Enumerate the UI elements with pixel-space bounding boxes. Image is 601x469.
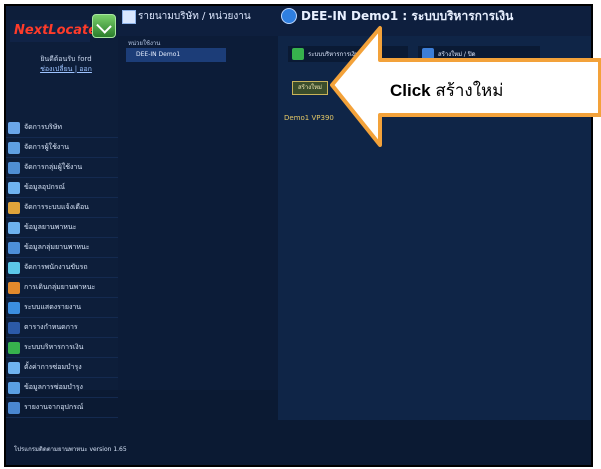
sidebar-item-label: จัดการบริษัท [24, 123, 63, 131]
menu-item-icon [8, 381, 20, 394]
welcome-panel: ยินดีต้อนรับ ford ช่องเปลี่ยน | ออก [16, 54, 116, 74]
sidebar-item[interactable]: จัดการผู้ใช้งาน [6, 138, 118, 158]
sidebar-item-label: ข้อมูลการซ่อมบำรุง [24, 383, 83, 391]
sidebar-item[interactable]: การเดินกลุ่มยานพาหนะ [6, 278, 118, 298]
sidebar-item[interactable]: ระบบแสดงรายงาน [6, 298, 118, 318]
menu-item-icon [8, 281, 20, 294]
footer: โปรแกรมติดตามยานพาหนะ version 1.65 [6, 420, 591, 465]
menu-item-icon [8, 201, 20, 214]
app-window: NextLocate ยินดีต้อนรับ ford ช่องเปลี่ยน… [4, 4, 593, 467]
sidebar-item[interactable]: ข้อมูลกลุ่มยานพาหนะ [6, 238, 118, 258]
tab-create-close[interactable]: สร้างใหม่ / ปิด [418, 46, 540, 62]
company-list-panel: หน่วยใช้งาน DEE-IN Demo1 [118, 36, 278, 390]
agency-caption: หน่วยใช้งาน [128, 40, 161, 47]
menu-item-icon [8, 181, 20, 194]
sidebar-item-label: จัดการพนักงานขับรถ [24, 263, 88, 271]
sidebar-item-label: จัดการกลุ่มผู้ใช้งาน [24, 163, 83, 171]
tab-finance-label: ระบบบริหารการเงิน [308, 51, 359, 58]
sidebar-item[interactable]: ตั้งค่าการซ่อมบำรุง [6, 358, 118, 378]
sidebar-item-label: การเดินกลุ่มยานพาหนะ [24, 283, 96, 291]
sidebar-item-label: ข้อมูลยานพาหนะ [24, 223, 77, 231]
company-panel-title: รายนามบริษัท / หน่วยงาน [138, 11, 251, 22]
sidebar-item-label: ข้อมูลอุปกรณ์ [24, 183, 66, 191]
sidebar-item-label: ตั้งค่าการซ่อมบำรุง [24, 363, 82, 371]
list-item[interactable]: Demo1 VP390 [284, 114, 334, 122]
sidebar-item-label: รายงานจากอุปกรณ์ [24, 403, 84, 411]
menu-item-icon [8, 301, 20, 314]
menu-item-icon [8, 121, 20, 134]
sidebar-item-label: ตารางกำหนดการ [24, 323, 78, 331]
sidebar: NextLocate ยินดีต้อนรับ ford ช่องเปลี่ยน… [6, 6, 118, 438]
menu-item-icon [8, 241, 20, 254]
menu-item-icon [8, 361, 20, 374]
version-text: โปรแกรมติดตามยานพาหนะ version 1.65 [14, 446, 127, 453]
sidebar-item[interactable]: จัดการระบบแจ้งเตือน [6, 198, 118, 218]
sidebar-item[interactable]: จัดการกลุ่มผู้ใช้งาน [6, 158, 118, 178]
menu-item-icon [8, 141, 20, 154]
sidebar-item[interactable]: รายงานจากอุปกรณ์ [6, 398, 118, 418]
sidebar-item-label: ระบบแสดงรายงาน [24, 303, 82, 311]
menu-item-icon [8, 321, 20, 334]
sidebar-menu: จัดการบริษัทจัดการผู้ใช้งานจัดการกลุ่มผู… [6, 118, 118, 438]
sidebar-item[interactable]: ข้อมูลอุปกรณ์ [6, 178, 118, 198]
sidebar-item-label: ระบบบริหารการเงิน [24, 343, 84, 351]
sidebar-item[interactable]: ระบบบริหารการเงิน [6, 338, 118, 358]
welcome-text: ยินดีต้อนรับ ford [40, 55, 92, 63]
menu-item-icon [8, 221, 20, 234]
sidebar-item[interactable]: จัดการพนักงานขับรถ [6, 258, 118, 278]
finance-icon [292, 48, 304, 60]
app-logo: NextLocate [10, 20, 97, 42]
company-icon [122, 10, 136, 24]
menu-item-icon [8, 161, 20, 174]
create-new-button[interactable]: สร้างใหม่ [292, 81, 328, 95]
system-icon [281, 8, 297, 24]
page-title: DEE-IN Demo1 : ระบบบริหารการเงิน [301, 9, 514, 23]
menu-item-icon [8, 341, 20, 354]
document-icon [422, 48, 434, 60]
callout-text: Click สร้างใหม่ [390, 81, 504, 100]
home-icon[interactable] [92, 14, 116, 38]
header: รายนามบริษัท / หน่วยงาน DEE-IN Demo1 : ร… [118, 6, 591, 36]
tab-finance[interactable]: ระบบบริหารการเงิน [288, 46, 408, 62]
agency-item-selected[interactable]: DEE-IN Demo1 [126, 48, 226, 62]
sidebar-item[interactable]: จัดการบริษัท [6, 118, 118, 138]
sidebar-item[interactable]: ตารางกำหนดการ [6, 318, 118, 338]
sidebar-item-label: จัดการผู้ใช้งาน [24, 143, 69, 151]
tab-create-close-label: สร้างใหม่ / ปิด [438, 51, 476, 58]
account-links[interactable]: ช่องเปลี่ยน | ออก [16, 64, 116, 74]
menu-item-icon [8, 401, 20, 414]
sidebar-item-label: จัดการระบบแจ้งเตือน [24, 203, 89, 211]
sidebar-item[interactable]: ข้อมูลการซ่อมบำรุง [6, 378, 118, 398]
sidebar-item-label: ข้อมูลกลุ่มยานพาหนะ [24, 243, 90, 251]
menu-item-icon [8, 261, 20, 274]
sidebar-item[interactable]: ข้อมูลยานพาหนะ [6, 218, 118, 238]
